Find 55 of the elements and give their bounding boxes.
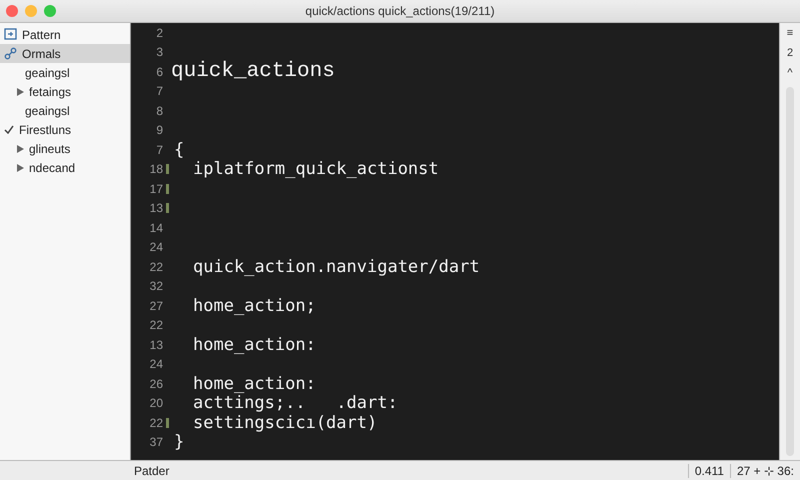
sidebar-item[interactable]: ndecand xyxy=(0,158,130,177)
code-line: } xyxy=(174,432,184,452)
code-line: quick_action.nanvigater/dart xyxy=(193,256,480,277)
line-number: 9 xyxy=(155,123,164,138)
panel-label[interactable]: 2 xyxy=(786,43,794,63)
sidebar-item[interactable]: Pattern xyxy=(0,25,130,44)
document-icon xyxy=(4,28,17,41)
line-number: 20 xyxy=(148,396,164,410)
line-number: 13 xyxy=(148,338,164,352)
line-number: 6 xyxy=(155,64,164,79)
code-line: home_action: xyxy=(193,374,316,394)
line-number: 24 xyxy=(148,357,164,372)
line-number: 2 xyxy=(155,26,164,40)
close-button[interactable] xyxy=(6,5,18,17)
code-editor[interactable] xyxy=(130,23,779,460)
disclosure-triangle-icon[interactable] xyxy=(17,164,24,172)
line-number: 3 xyxy=(155,45,164,60)
line-number: 18 xyxy=(148,162,164,176)
sidebar-item[interactable]: Firestluns xyxy=(0,120,130,139)
status-text: Patder xyxy=(134,464,170,478)
disclosure-triangle-icon[interactable] xyxy=(17,88,24,96)
line-number: 7 xyxy=(155,84,164,98)
sidebar-item[interactable]: Ormals xyxy=(0,44,130,63)
panel-label[interactable]: ≡ xyxy=(786,23,794,43)
line-number: 22 xyxy=(148,260,164,274)
code-line: { xyxy=(174,140,184,160)
line-number: 13 xyxy=(148,201,164,216)
line-number: 26 xyxy=(148,376,164,391)
line-number: 24 xyxy=(148,240,164,254)
cursor-position: 0.411 xyxy=(688,464,730,478)
line-number: 17 xyxy=(148,182,164,196)
line-number: 27 xyxy=(148,298,164,313)
line-number: 7 xyxy=(155,142,164,157)
code-line: acttings;.. .dart: xyxy=(193,393,398,414)
code-line: home_action; xyxy=(193,296,316,316)
line-number: 22 xyxy=(148,318,164,332)
line-number: 37 xyxy=(148,435,164,450)
panel-label[interactable]: ^ xyxy=(787,63,793,83)
checkmark-icon xyxy=(4,125,14,134)
code-line: quick_actions xyxy=(171,60,335,84)
line-number: 14 xyxy=(148,220,164,235)
sidebar-item[interactable]: fetaings xyxy=(0,82,130,101)
line-number: 8 xyxy=(155,104,164,118)
disclosure-triangle-icon[interactable] xyxy=(17,144,24,152)
line-counts: 27 + ⊹ 36: xyxy=(730,464,800,478)
code-line: home_action: xyxy=(193,334,316,355)
line-number: 22 xyxy=(148,416,164,430)
sidebar-item[interactable]: geaingsl xyxy=(0,101,130,120)
sidebar-item[interactable]: geaingsl xyxy=(0,63,130,82)
link-icon xyxy=(4,47,17,60)
sidebar-item[interactable]: glineuts xyxy=(0,139,130,158)
code-line: iplatform_quick_actionst xyxy=(193,159,439,180)
line-number: 32 xyxy=(148,279,164,294)
code-line: settingscicı(dart) xyxy=(193,412,378,433)
window-title: quick/actions quick_actions(19/211) xyxy=(305,4,495,18)
